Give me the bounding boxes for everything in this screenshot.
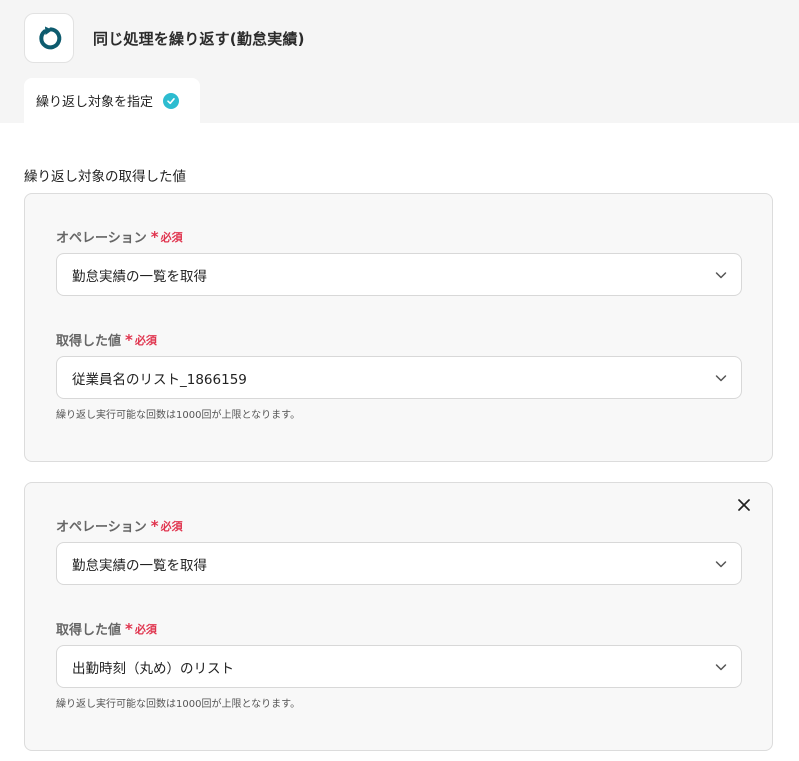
value-label-row: 取得した値 * 必須: [56, 330, 157, 350]
value-select[interactable]: 従業員名のリスト_1866159: [56, 356, 742, 399]
required-star: *: [150, 516, 159, 535]
repeat-target-card: オペレーション * 必須 勤怠実績の一覧を取得 取得した値 * 必須 従業員名の…: [24, 193, 773, 462]
value-label-row: 取得した値 * 必須: [56, 619, 157, 639]
value-select-value: 従業員名のリスト_1866159: [72, 371, 247, 388]
operation-select[interactable]: 勤怠実績の一覧を取得: [56, 542, 742, 585]
check-circle-icon: [163, 92, 180, 109]
required-text: 必須: [134, 622, 157, 636]
value-label: 取得した値: [56, 334, 122, 349]
chevron-down-icon: [715, 272, 727, 279]
operation-label: オペレーション: [56, 231, 147, 246]
value-label: 取得した値: [56, 623, 122, 638]
required-star: *: [125, 619, 133, 638]
loop-icon: [39, 26, 62, 50]
operation-select[interactable]: 勤怠実績の一覧を取得: [56, 253, 742, 296]
chevron-down-icon: [715, 561, 727, 568]
remove-card-button[interactable]: [736, 497, 752, 513]
value-select[interactable]: 出勤時刻（丸め）のリスト: [56, 645, 742, 688]
operation-label-row: オペレーション * 必須: [56, 227, 183, 247]
app-icon-tile: [24, 13, 74, 63]
tab-label: 繰り返し対象を指定: [36, 95, 154, 110]
chevron-down-icon: [715, 375, 727, 382]
limit-hint: 繰り返し実行可能な回数は1000回が上限となります。: [56, 410, 301, 421]
required-star: *: [125, 330, 133, 349]
repeat-target-card: オペレーション * 必須 勤怠実績の一覧を取得 取得した値 * 必須 出勤時刻（…: [24, 482, 773, 751]
value-select-value: 出勤時刻（丸め）のリスト: [72, 660, 234, 677]
limit-hint: 繰り返し実行可能な回数は1000回が上限となります。: [56, 699, 301, 710]
operation-label: オペレーション: [56, 520, 147, 535]
required-text: 必須: [160, 519, 183, 533]
required-text: 必須: [160, 230, 183, 244]
required-star: *: [150, 227, 159, 246]
required-text: 必須: [134, 333, 157, 347]
close-icon: [738, 499, 750, 511]
header-bar: 同じ処理を繰り返す(勤怠実績) 繰り返し対象を指定: [0, 0, 799, 123]
tab-repeat-target[interactable]: 繰り返し対象を指定: [24, 78, 200, 123]
page-title: 同じ処理を繰り返す(勤怠実績): [93, 30, 305, 48]
operation-label-row: オペレーション * 必須: [56, 516, 183, 536]
section-title: 繰り返し対象の取得した値: [24, 169, 186, 185]
operation-select-value: 勤怠実績の一覧を取得: [72, 268, 207, 285]
chevron-down-icon: [715, 664, 727, 671]
operation-select-value: 勤怠実績の一覧を取得: [72, 557, 207, 574]
